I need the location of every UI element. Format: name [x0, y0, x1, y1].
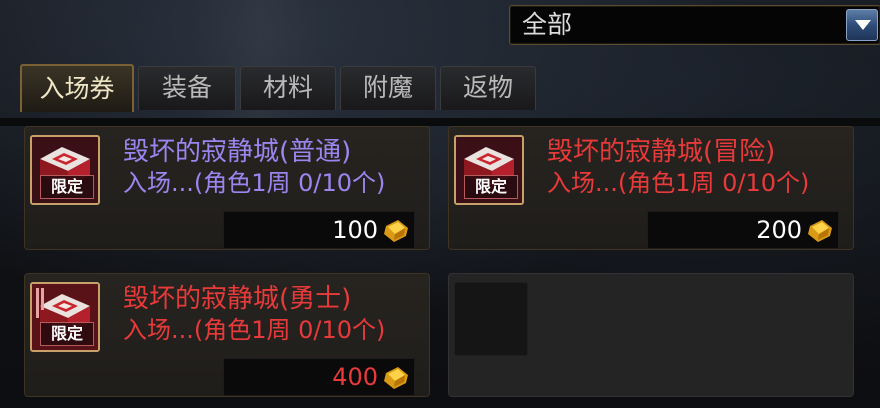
- price-field: 400: [223, 358, 415, 396]
- ticket-box-icon: 限定: [30, 282, 100, 352]
- gold-coin-icon: [808, 220, 832, 242]
- shop-item-card[interactable]: 限定 毁坏的寂静城(冒险) 入场...(角色1周 0/10个) 200: [448, 126, 854, 250]
- chevron-down-icon: [855, 20, 871, 30]
- gold-coin-icon: [384, 220, 408, 242]
- limited-badge: 限定: [464, 175, 518, 199]
- item-title: 毁坏的寂静城(冒险): [547, 137, 776, 167]
- ticket-box-icon: 限定: [30, 135, 100, 205]
- tab-materials[interactable]: 材料: [240, 66, 336, 110]
- limited-badge: 限定: [40, 322, 94, 346]
- category-filter-dropdown[interactable]: 全部: [509, 5, 880, 45]
- price-field: 200: [647, 211, 839, 249]
- item-title: 毁坏的寂静城(勇士): [123, 284, 352, 314]
- item-description: 入场...(角色1周 0/10个): [123, 169, 386, 197]
- tab-enchant[interactable]: 附魔: [340, 66, 436, 110]
- filter-selected-value: 全部: [522, 10, 573, 39]
- empty-item-slot: [448, 273, 854, 397]
- price-field: 100: [223, 211, 415, 249]
- empty-icon-slot: [454, 282, 528, 356]
- dropdown-button[interactable]: [846, 9, 878, 41]
- item-description: 入场...(角色1周 0/10个): [123, 316, 386, 344]
- item-price: 100: [332, 216, 378, 244]
- shop-item-card[interactable]: 限定 毁坏的寂静城(普通) 入场...(角色1周 0/10个) 100: [24, 126, 430, 250]
- tab-equipment[interactable]: 装备: [138, 66, 236, 110]
- tab-tickets[interactable]: 入场券: [20, 64, 134, 112]
- tab-return[interactable]: 返物: [440, 66, 536, 110]
- shop-item-card[interactable]: 限定 毁坏的寂静城(勇士) 入场...(角色1周 0/10个) 400: [24, 273, 430, 397]
- ticket-box-icon: 限定: [454, 135, 524, 205]
- item-price: 400: [332, 363, 378, 391]
- item-title: 毁坏的寂静城(普通): [123, 137, 352, 167]
- gold-coin-icon: [384, 367, 408, 389]
- limited-badge: 限定: [40, 175, 94, 199]
- tab-baseline: [0, 118, 880, 126]
- item-description: 入场...(角色1周 0/10个): [547, 169, 810, 197]
- item-price: 200: [756, 216, 802, 244]
